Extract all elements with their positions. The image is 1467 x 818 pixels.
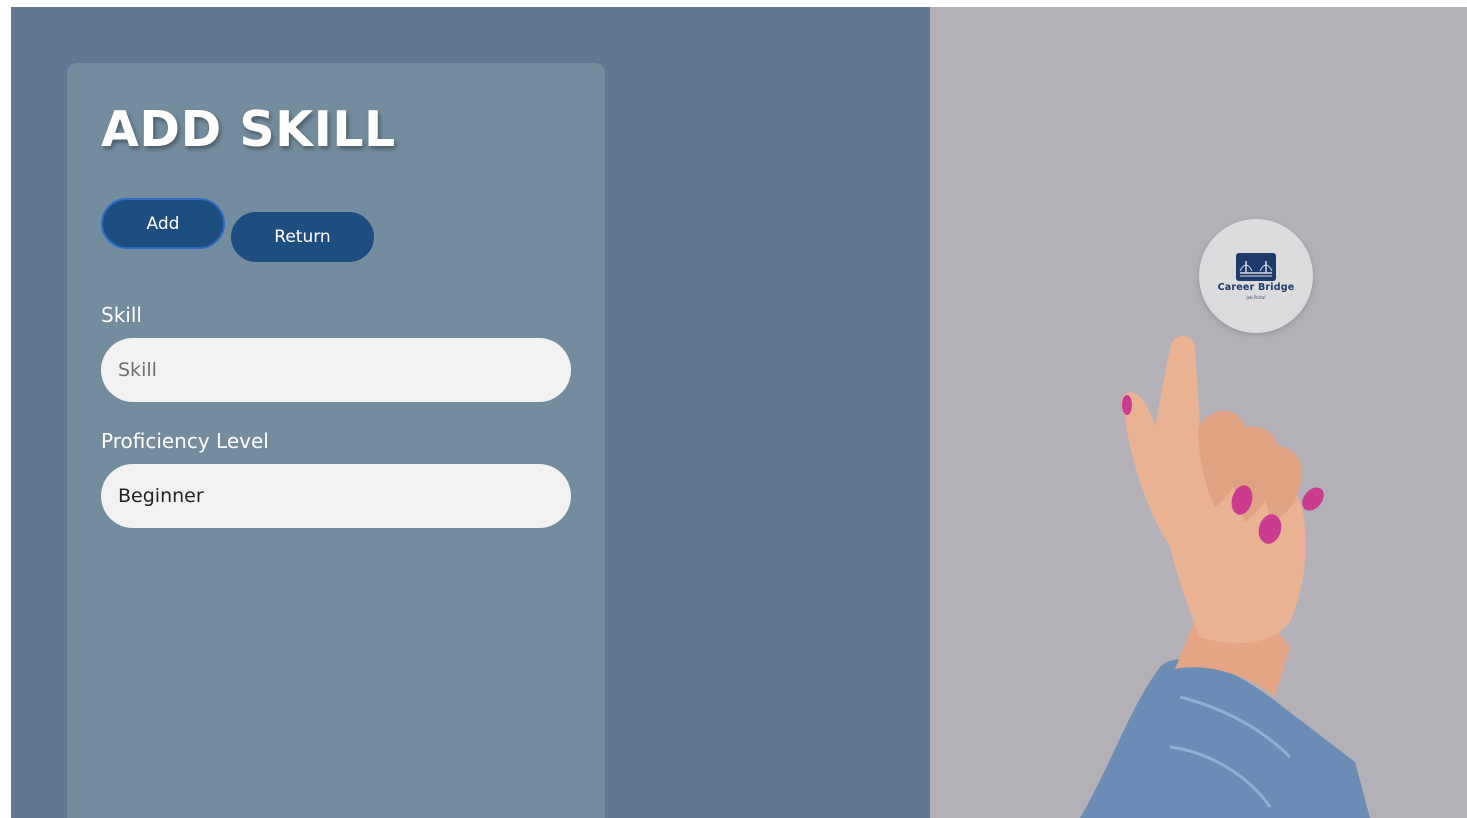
return-button[interactable]: Return bbox=[231, 212, 374, 262]
form-pane: ADD SKILL Add Return Skill Proficiency L… bbox=[11, 7, 930, 818]
nail-thumb bbox=[1122, 395, 1132, 415]
proficiency-label: Proficiency Level bbox=[101, 429, 269, 453]
brand-tagline: Job Portal bbox=[1246, 295, 1266, 300]
add-skill-card: ADD SKILL Add Return Skill Proficiency L… bbox=[67, 63, 605, 818]
add-button[interactable]: Add bbox=[101, 198, 225, 249]
skill-input[interactable] bbox=[101, 338, 571, 402]
bridge-icon bbox=[1236, 253, 1276, 281]
hand-image bbox=[1080, 335, 1370, 818]
career-bridge-badge: Career Bridge Job Portal bbox=[1199, 219, 1313, 333]
proficiency-select[interactable]: Beginner bbox=[101, 464, 571, 528]
skill-label: Skill bbox=[101, 303, 142, 327]
brand-name: Career Bridge bbox=[1217, 282, 1295, 293]
page: ADD SKILL Add Return Skill Proficiency L… bbox=[11, 7, 1467, 818]
hero-image-pane: Career Bridge Job Portal bbox=[930, 7, 1467, 818]
page-title: ADD SKILL bbox=[101, 101, 396, 158]
sleeve-shape bbox=[1080, 658, 1370, 818]
proficiency-selected-value: Beginner bbox=[118, 485, 204, 507]
